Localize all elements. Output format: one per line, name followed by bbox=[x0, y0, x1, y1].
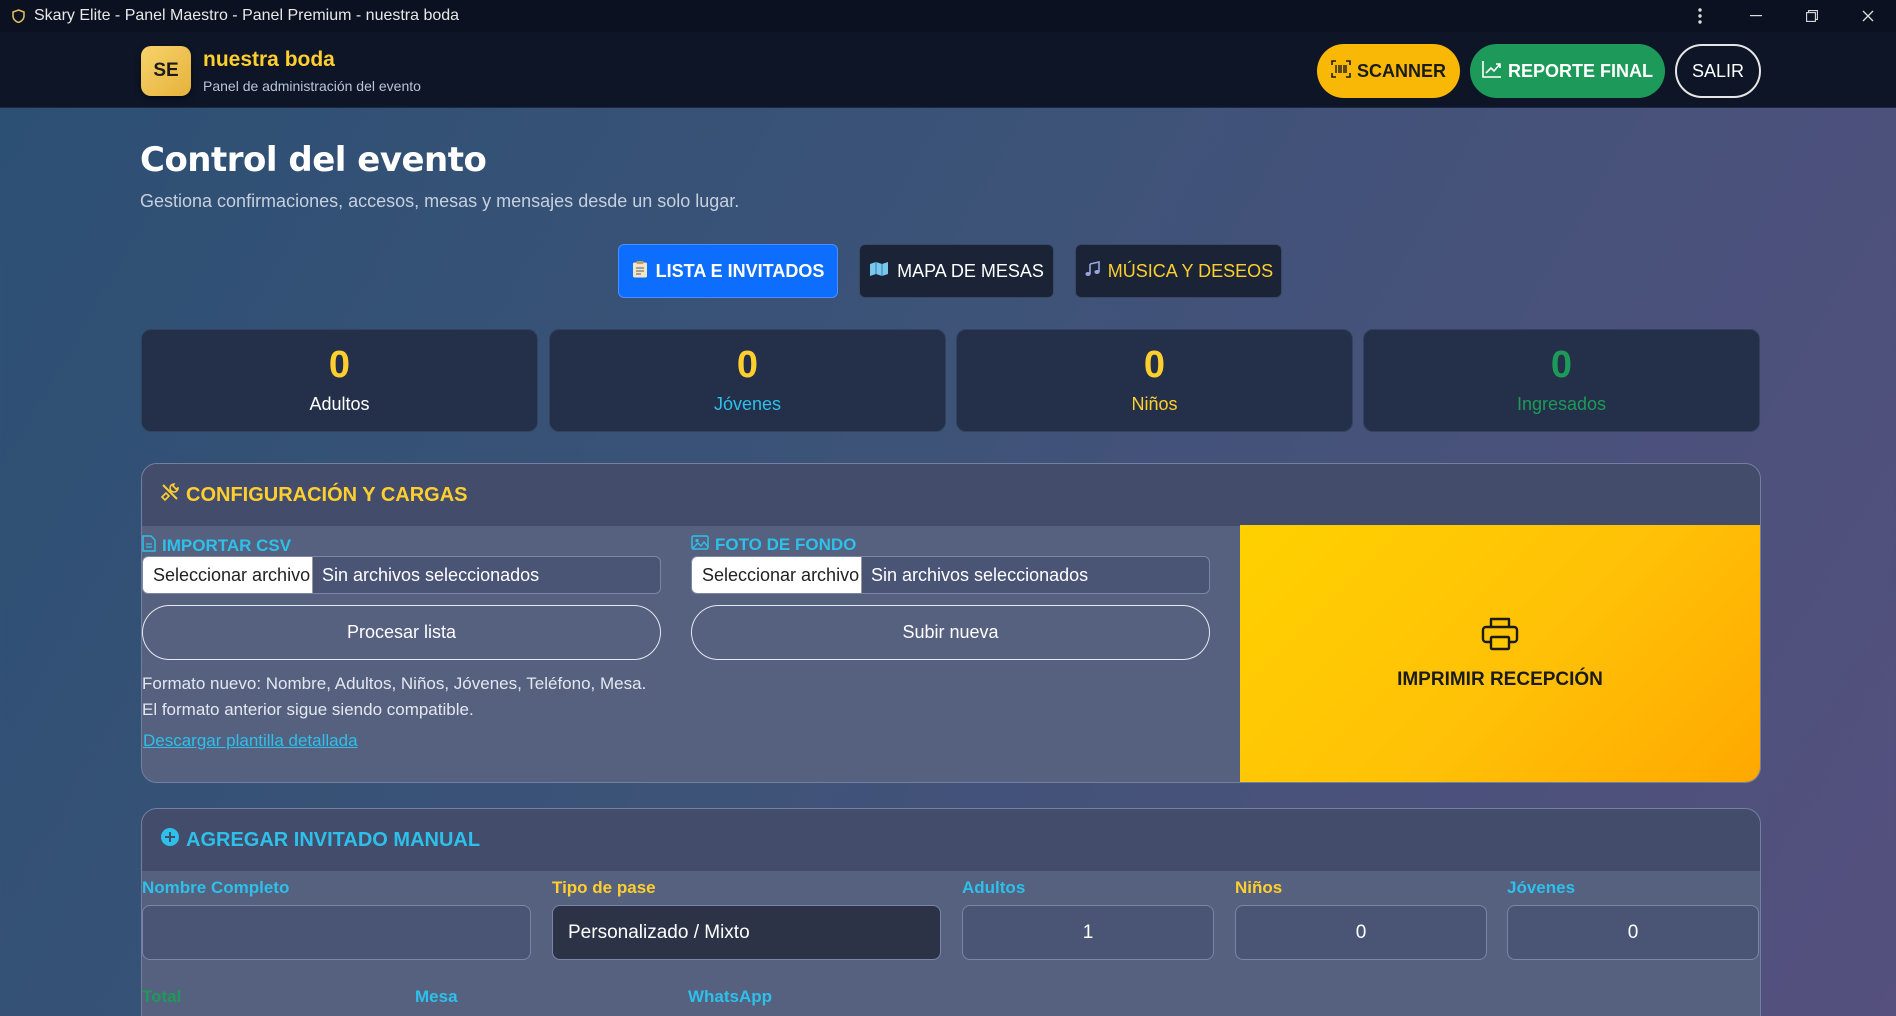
stat-youth-value: 0 bbox=[736, 344, 759, 386]
restore-icon[interactable] bbox=[1784, 0, 1840, 32]
minimize-icon[interactable] bbox=[1728, 0, 1784, 32]
config-card-title: CONFIGURACIÓN Y CARGAS bbox=[186, 483, 468, 506]
tab-table-map-label: MAPA DE MESAS bbox=[897, 260, 1044, 281]
csv-format-note-line2: El formato anterior sigue siendo compati… bbox=[142, 700, 474, 719]
whatsapp-label: WhatsApp bbox=[688, 987, 773, 1006]
tab-guest-list-label: LISTA E INVITADOS bbox=[655, 260, 825, 281]
photo-file-input[interactable]: Seleccionar archivo Sin archivos selecci… bbox=[691, 556, 1210, 594]
final-report-label: REPORTE FINAL bbox=[1507, 60, 1653, 81]
tab-guest-list[interactable]: LISTA E INVITADOS bbox=[618, 244, 838, 298]
final-report-button[interactable]: REPORTE FINAL bbox=[1470, 44, 1665, 98]
event-title: nuestra boda bbox=[203, 48, 335, 71]
barcode-scan-icon bbox=[1331, 59, 1351, 83]
csv-file-input[interactable]: Seleccionar archivo Sin archivos selecci… bbox=[142, 556, 661, 594]
trending-up-icon bbox=[1482, 60, 1502, 83]
add-guest-card-title: AGREGAR INVITADO MANUAL bbox=[186, 828, 481, 851]
csv-format-note-line1: Formato nuevo: Nombre, Adultos, Niños, J… bbox=[142, 674, 647, 693]
window-titlebar: Skary Elite - Panel Maestro - Panel Prem… bbox=[0, 0, 1896, 32]
pass-type-label: Tipo de pase bbox=[552, 878, 656, 897]
background-photo-label: FOTO DE FONDO bbox=[715, 535, 857, 554]
add-guest-card-header: AGREGAR INVITADO MANUAL bbox=[142, 809, 1760, 871]
full-name-label: Nombre Completo bbox=[142, 878, 290, 897]
plus-circle-icon bbox=[160, 827, 180, 853]
import-csv-title: IMPORTAR CSV bbox=[142, 535, 291, 557]
photo-select-file-button[interactable]: Seleccionar archivo bbox=[692, 557, 862, 593]
download-template-link[interactable]: Descargar plantilla detallada bbox=[143, 731, 358, 751]
close-icon[interactable] bbox=[1840, 0, 1896, 32]
scanner-button[interactable]: SCANNER bbox=[1317, 44, 1460, 98]
adults-label: Adultos bbox=[962, 878, 1026, 897]
event-subtitle: Panel de administración del evento bbox=[203, 78, 421, 94]
kids-label: Niños bbox=[1235, 878, 1283, 897]
print-reception-button[interactable]: IMPRIMIR RECEPCIÓN bbox=[1240, 525, 1760, 782]
stat-adults: 0 Adultos bbox=[141, 329, 538, 432]
image-icon bbox=[691, 535, 709, 555]
stat-youth: 0 Jóvenes bbox=[549, 329, 946, 432]
map-icon bbox=[869, 261, 889, 282]
tab-music-wishes[interactable]: MÚSICA Y DESEOS bbox=[1075, 244, 1282, 298]
config-card-header: CONFIGURACIÓN Y CARGAS bbox=[142, 464, 1760, 526]
adults-input[interactable]: 1 bbox=[962, 905, 1214, 960]
stat-kids-label: Niños bbox=[1131, 394, 1178, 414]
youth-label: Jóvenes bbox=[1507, 878, 1576, 897]
print-reception-label: IMPRIMIR RECEPCIÓN bbox=[1397, 668, 1603, 690]
stat-checked-in: 0 Ingresados bbox=[1363, 329, 1760, 432]
file-csv-icon bbox=[142, 535, 156, 557]
total-label: Total bbox=[142, 987, 182, 1006]
pass-type-select[interactable]: Personalizado / Mixto bbox=[552, 905, 941, 960]
app-header: SE nuestra boda Panel de administración … bbox=[0, 32, 1896, 108]
stat-adults-value: 0 bbox=[328, 344, 351, 386]
csv-format-note: Formato nuevo: Nombre, Adultos, Niños, J… bbox=[142, 671, 646, 723]
stat-kids: 0 Niños bbox=[956, 329, 1353, 432]
background-photo-title: FOTO DE FONDO bbox=[691, 535, 856, 555]
stat-checked-in-value: 0 bbox=[1550, 344, 1573, 386]
stat-youth-label: Jóvenes bbox=[713, 394, 782, 414]
window-title: Skary Elite - Panel Maestro - Panel Prem… bbox=[34, 7, 460, 24]
stat-kids-value: 0 bbox=[1143, 344, 1166, 386]
scanner-label: SCANNER bbox=[1356, 60, 1446, 81]
table-label: Mesa bbox=[415, 987, 458, 1006]
youth-input[interactable]: 0 bbox=[1507, 905, 1759, 960]
printer-icon bbox=[1481, 617, 1519, 657]
add-guest-card: AGREGAR INVITADO MANUAL Nombre Completo … bbox=[141, 808, 1761, 1016]
logo-badge: SE bbox=[141, 46, 191, 96]
stat-adults-label: Adultos bbox=[309, 394, 370, 414]
csv-file-status: Sin archivos seleccionados bbox=[322, 564, 540, 585]
music-icon bbox=[1084, 260, 1100, 282]
process-list-button[interactable]: Procesar lista bbox=[142, 605, 661, 660]
config-card: CONFIGURACIÓN Y CARGAS IMPORTAR CSV Sele… bbox=[141, 463, 1761, 783]
tools-icon bbox=[160, 482, 180, 508]
shield-icon bbox=[10, 8, 26, 24]
page-subtitle: Gestiona confirmaciones, accesos, mesas … bbox=[140, 191, 740, 211]
kids-input[interactable]: 0 bbox=[1235, 905, 1487, 960]
more-vertical-icon[interactable] bbox=[1672, 0, 1728, 32]
import-csv-label: IMPORTAR CSV bbox=[162, 536, 292, 555]
stat-checked-in-label: Ingresados bbox=[1516, 394, 1607, 414]
csv-select-file-button[interactable]: Seleccionar archivo bbox=[143, 557, 313, 593]
upload-new-button[interactable]: Subir nueva bbox=[691, 605, 1210, 660]
tab-table-map[interactable]: MAPA DE MESAS bbox=[859, 244, 1054, 298]
photo-file-status: Sin archivos seleccionados bbox=[871, 564, 1089, 585]
clipboard-icon bbox=[632, 260, 648, 283]
tab-music-wishes-label: MÚSICA Y DESEOS bbox=[1107, 260, 1274, 281]
exit-button[interactable]: SALIR bbox=[1675, 44, 1761, 98]
page-title: Control del evento bbox=[140, 140, 487, 180]
full-name-input[interactable] bbox=[142, 905, 531, 960]
